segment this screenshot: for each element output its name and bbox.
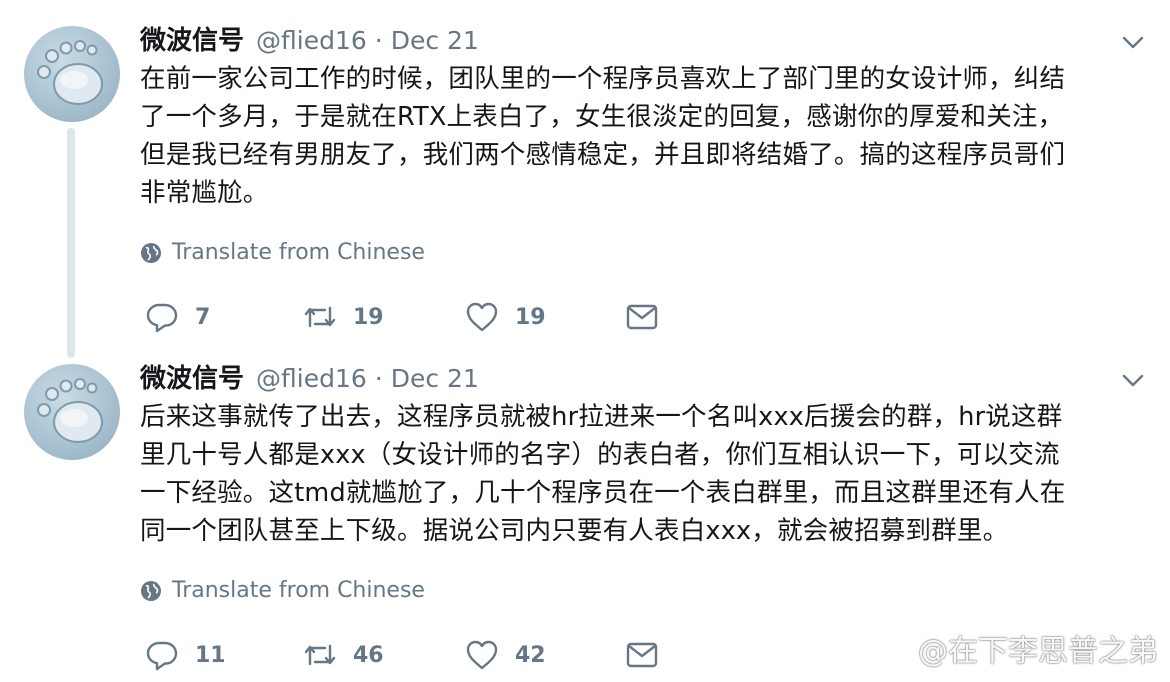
tweet-text-line: 在前一家公司工作的时候，团队里的一个程序员喜欢上了部门里的女设计师，纠结	[140, 64, 1066, 94]
translate-label: Translate from Chinese	[172, 240, 425, 265]
footprint-icon	[37, 40, 103, 105]
user-handle[interactable]: @flied16	[256, 364, 367, 393]
chevron-down-icon[interactable]	[1122, 374, 1144, 388]
watermark-text: @在下李思普之弟	[918, 634, 1158, 669]
avatar[interactable]	[24, 364, 120, 460]
tweet-text-line: 非常尴尬。	[140, 178, 269, 208]
tweet-text: 后来这事就传了出去，这程序员就被hr拉进来一个名叫xxx后援会的群，hr说这群 …	[140, 398, 1150, 550]
tweet-text-line: 里几十号人都是xxx（女设计师的名字）的表白者，你们互相认识一下，可以交流	[140, 440, 1060, 470]
display-name[interactable]: 微波信号	[140, 20, 244, 57]
display-name[interactable]: 微波信号	[140, 358, 244, 395]
footprint-icon	[37, 378, 103, 443]
user-handle[interactable]: @flied16	[256, 26, 367, 55]
globe-icon	[141, 242, 161, 263]
translate-link[interactable]: Translate from Chinese	[140, 240, 425, 265]
like-button[interactable]: 19	[465, 300, 625, 334]
tweet-text-line: 了一个多月，于是就在RTX上表白了，女生很淡定的回复，感谢你的厚爱和关注，	[140, 102, 1064, 132]
tweet-text-line: 后来这事就传了出去，这程序员就被hr拉进来一个名叫xxx后援会的群，hr说这群	[140, 402, 1063, 432]
tweet-text-line: 同一个团队甚至上下级。据说公司内只要有人表白xxx，就会被招募到群里。	[140, 516, 1009, 546]
weibo-watermark: @在下李思普之弟	[868, 626, 1158, 670]
translate-label: Translate from Chinese	[172, 578, 425, 603]
like-count: 42	[515, 642, 546, 668]
reply-button[interactable]: 7	[145, 300, 303, 334]
tweet-header: 微波信号 @flied16 · Dec 21	[140, 358, 479, 395]
tweet-header: 微波信号 @flied16 · Dec 21	[140, 20, 479, 57]
like-icon	[466, 640, 498, 670]
reply-count: 7	[195, 304, 211, 330]
separator-dot: ·	[374, 26, 383, 55]
retweet-count: 19	[353, 304, 384, 330]
direct-message-button[interactable]	[625, 638, 659, 672]
like-icon	[466, 302, 498, 332]
tweet: 微波信号 @flied16 · Dec 21 在前一家公司工作的时候，团队里的一…	[0, 0, 1170, 358]
reply-icon	[146, 641, 178, 671]
tweet-text: 在前一家公司工作的时候，团队里的一个程序员喜欢上了部门里的女设计师，纠结 了一个…	[140, 60, 1150, 212]
chevron-down-icon[interactable]	[1122, 36, 1144, 50]
retweet-icon	[304, 306, 336, 328]
separator-dot: ·	[374, 364, 383, 393]
avatar[interactable]	[24, 26, 120, 122]
reply-count: 11	[195, 642, 226, 668]
reply-icon	[146, 303, 178, 333]
message-icon	[626, 642, 658, 668]
tweet-actions: 11 46 42	[145, 638, 659, 672]
reply-button[interactable]: 11	[145, 638, 303, 672]
message-icon	[626, 304, 658, 330]
retweet-icon	[304, 644, 336, 666]
like-count: 19	[515, 304, 546, 330]
tweet-text-line: 但是我已经有男朋友了，我们两个感情稳定，并且即将结婚了。搞的这程序员哥们	[140, 140, 1066, 170]
globe-icon	[141, 580, 161, 601]
like-button[interactable]: 42	[465, 638, 625, 672]
retweet-count: 46	[353, 642, 384, 668]
weibo-logo-icon	[869, 634, 910, 665]
retweet-button[interactable]: 19	[303, 300, 465, 334]
tweet-text-line: 一下经验。这tmd就尴尬了，几十个程序员在一个表白群里，而且这群里还有人在	[140, 478, 1066, 508]
tweet-date[interactable]: Dec 21	[391, 26, 479, 55]
tweet-actions: 7 19 19	[145, 300, 659, 334]
retweet-button[interactable]: 46	[303, 638, 465, 672]
tweet-date[interactable]: Dec 21	[391, 364, 479, 393]
translate-link[interactable]: Translate from Chinese	[140, 578, 425, 603]
direct-message-button[interactable]	[625, 300, 659, 334]
thread-connector	[67, 128, 75, 358]
